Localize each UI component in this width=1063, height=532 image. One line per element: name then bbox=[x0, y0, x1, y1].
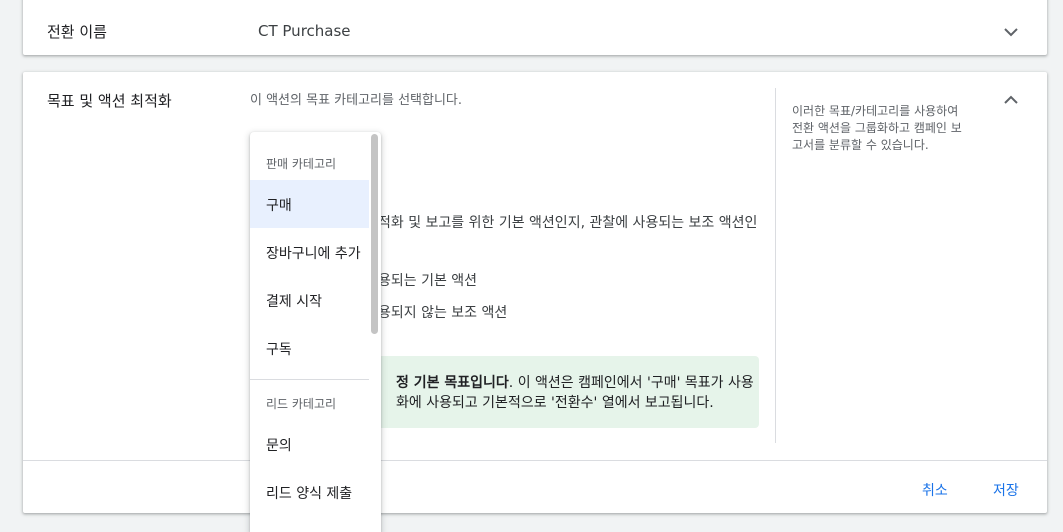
conversion-name-value: CT Purchase bbox=[258, 22, 351, 40]
primary-action-option-label[interactable]: 용되는 기본 액션 bbox=[378, 270, 477, 290]
help-divider bbox=[775, 88, 776, 443]
info-box: 정 기본 목표입니다. 이 액션은 캠페인에서 '구매' 목표가 사용 화에 사… bbox=[378, 356, 759, 428]
info-line2-text: 화에 사용되고 기본적으로 '전환수' 열에서 보고됩니다. bbox=[396, 395, 714, 411]
dropdown-item-contact[interactable]: 문의 bbox=[250, 420, 369, 468]
dropdown-item-subscribe[interactable]: 구독 bbox=[250, 324, 369, 372]
dropdown-group-label-leads: 리드 카테고리 bbox=[266, 397, 337, 411]
secondary-action-option-label[interactable]: 용되지 않는 보조 액션 bbox=[378, 302, 507, 322]
dropdown-group-label-sales: 판매 카테고리 bbox=[266, 157, 337, 171]
info-bold-text: 정 기본 목표입니다 bbox=[396, 375, 509, 391]
dropdown-divider bbox=[250, 379, 369, 380]
dropdown-item-purchase[interactable]: 구매 bbox=[250, 180, 369, 228]
dropdown-item-begin-checkout[interactable]: 결제 시작 bbox=[250, 276, 369, 324]
dropdown-item-add-to-cart[interactable]: 장바구니에 추가 bbox=[250, 228, 369, 276]
optimization-description: 적화 및 보고를 위한 기본 액션인지, 관찰에 사용되는 보조 액션인 bbox=[378, 215, 758, 231]
chevron-down-icon[interactable] bbox=[1001, 22, 1021, 42]
goal-category-dropdown[interactable]: 판매 카테고리 구매 장바구니에 추가 결제 시작 구독 리드 카테고리 문의 … bbox=[250, 132, 381, 532]
conversion-name-row[interactable]: 전환 이름 CT Purchase bbox=[23, 0, 1047, 55]
help-text: 이러한 목표/카테고리를 사용하여 전환 액션을 그룹화하고 캠페인 보 고서를… bbox=[792, 104, 962, 152]
cancel-button[interactable]: 취소 bbox=[922, 480, 948, 500]
goal-section-label: 목표 및 액션 최적화 bbox=[47, 92, 172, 110]
goal-optimization-section: 목표 및 액션 최적화 이 액션의 목표 카테고리를 선택합니다. 적화 및 보… bbox=[23, 72, 1047, 513]
footer-divider bbox=[23, 460, 1047, 461]
dropdown-item-submit-lead-form[interactable]: 리드 양식 제출 bbox=[250, 468, 369, 516]
conversion-name-label: 전환 이름 bbox=[47, 23, 107, 41]
goal-description: 이 액션의 목표 카테고리를 선택합니다. bbox=[250, 93, 463, 108]
chevron-up-icon[interactable] bbox=[1001, 90, 1021, 110]
dropdown-scrollbar[interactable] bbox=[371, 134, 378, 334]
info-line1-text: . 이 액션은 캠페인에서 '구매' 목표가 사용 bbox=[508, 375, 754, 391]
save-button[interactable]: 저장 bbox=[993, 480, 1019, 500]
